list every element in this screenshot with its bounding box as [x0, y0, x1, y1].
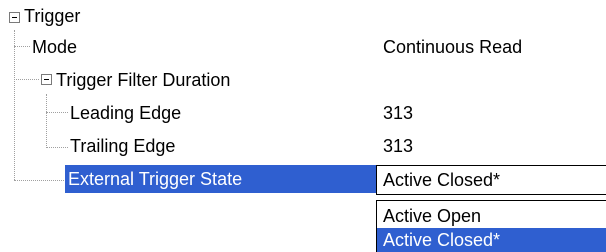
collapse-icon[interactable] — [41, 74, 52, 85]
option-active-closed[interactable]: Active Closed* — [377, 228, 606, 252]
trailing-edge-value[interactable]: 313 — [383, 135, 413, 157]
mode-value[interactable]: Continuous Read — [383, 36, 522, 58]
external-trigger-state-combobox[interactable]: Active Closed* — [376, 165, 606, 195]
tree-item-trigger-filter-duration[interactable]: Trigger Filter Duration — [56, 69, 230, 91]
tree-connector — [14, 30, 15, 180]
leading-edge-value[interactable]: 313 — [383, 102, 413, 124]
tree-connector — [46, 94, 47, 148]
tree-item-trigger[interactable]: Trigger — [24, 5, 80, 27]
tree-connector — [14, 180, 64, 181]
collapse-icon[interactable] — [9, 12, 20, 23]
tree-item-mode[interactable]: Mode — [32, 36, 77, 58]
option-active-open[interactable]: Active Open — [377, 204, 606, 228]
tree-connector — [46, 112, 68, 113]
tree-connector — [14, 79, 39, 80]
combobox-value: Active Closed* — [383, 170, 501, 190]
external-trigger-state-dropdown[interactable]: Active Open Active Closed* — [376, 200, 606, 252]
tree-connector — [14, 46, 30, 47]
tree-item-external-trigger-state[interactable]: External Trigger State — [68, 168, 242, 190]
tree-item-trailing-edge[interactable]: Trailing Edge — [70, 135, 175, 157]
tree-item-leading-edge[interactable]: Leading Edge — [70, 102, 181, 124]
tree-connector — [46, 147, 68, 148]
